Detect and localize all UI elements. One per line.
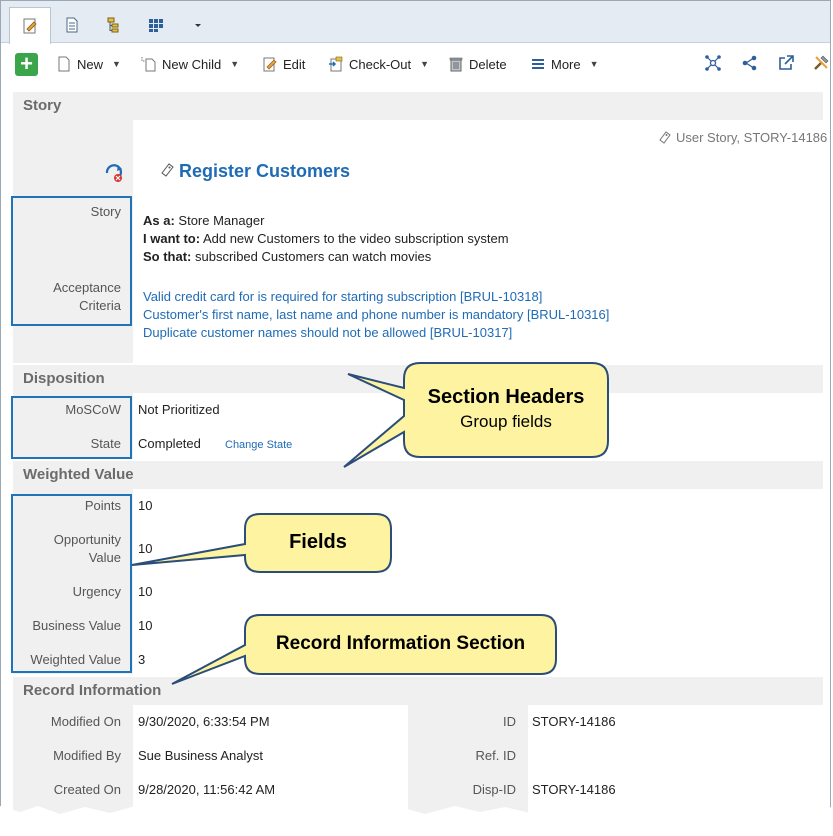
torn-edge bbox=[0, 806, 833, 836]
section-headers-callout-subtitle: Group fields bbox=[460, 412, 552, 431]
fields-callout-title: Fields bbox=[289, 531, 347, 553]
record-info-callout-title: Record Information Section bbox=[275, 633, 526, 654]
section-headers-callout-title: Section Headers bbox=[427, 386, 585, 408]
